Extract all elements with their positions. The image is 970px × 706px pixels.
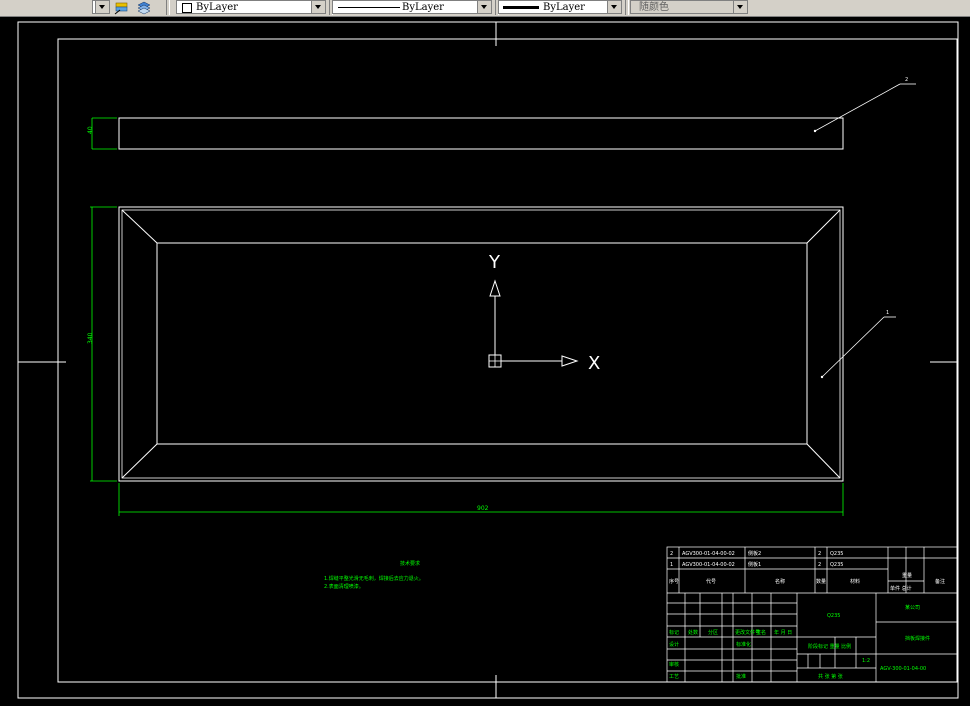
plotstyle-dropdown-value: 随颜色 xyxy=(639,2,669,13)
tray-corner-line xyxy=(806,443,841,479)
title-company: 某公司 xyxy=(905,605,920,611)
tray-corner-line xyxy=(121,443,158,479)
bom-header-weight: 重量 xyxy=(902,572,912,579)
properties-toolbar: ByLayer ByLayer ByLayer 随颜色 xyxy=(0,0,970,17)
linetype-control-dropdown[interactable]: ByLayer xyxy=(332,0,492,14)
bom-row1-qty: 2 xyxy=(818,562,821,568)
drawing-canvas[interactable]: 40 2 340 902 1 Y X 技术要求 1.焊缝平整光滑无毛刺，焊接后去… xyxy=(0,16,970,702)
bom-row2-no: 2 xyxy=(670,551,673,557)
drawing-svg: 40 2 340 902 1 Y X 技术要求 1.焊缝平整光滑无毛刺，焊接后去… xyxy=(17,21,959,699)
chevron-down-icon xyxy=(477,1,491,13)
title-standard-label: 标准化 xyxy=(736,641,751,648)
sheet-outer-border xyxy=(17,21,959,699)
title-material: Q235 xyxy=(827,613,840,619)
balloon-label-1: 1 xyxy=(886,310,889,316)
bom-header-code: 代号 xyxy=(706,578,716,585)
bom-header-unit-total: 单件 总计 xyxy=(890,585,912,592)
tray-outer-edge[interactable] xyxy=(118,206,844,482)
title-change-label-4: 签名 xyxy=(756,629,766,636)
layer-dropdown-stub[interactable] xyxy=(92,0,110,14)
title-change-label-5: 年 月 日 xyxy=(774,629,792,636)
color-swatch-icon xyxy=(182,3,192,13)
layers-icon xyxy=(114,2,128,15)
lineweight-sample xyxy=(503,6,539,9)
toolbar-separator xyxy=(166,0,170,15)
color-dropdown-value: ByLayer xyxy=(196,2,238,13)
title-review-label: 审核 xyxy=(669,661,679,668)
layer-previous-icon[interactable] xyxy=(136,0,152,15)
title-change-label-1: 处数 xyxy=(688,629,698,636)
bom-row1-material: Q235 xyxy=(830,562,843,568)
title-process-label: 工艺 xyxy=(669,674,679,680)
bom-row2-qty: 2 xyxy=(818,551,821,557)
side-plate-view[interactable] xyxy=(118,117,844,150)
tech-note-line2: 2.表面清理喷漆。 xyxy=(324,583,364,590)
balloon-label-2: 2 xyxy=(905,77,908,83)
linetype-sample xyxy=(338,7,400,8)
dim-text-902: 902 xyxy=(477,505,489,512)
tech-note-title: 技术要求 xyxy=(400,560,420,567)
color-control-dropdown[interactable]: ByLayer xyxy=(176,0,326,14)
chevron-down-icon xyxy=(95,1,109,13)
leader-line-1 xyxy=(821,316,885,378)
bom-header-remark: 备注 xyxy=(935,578,945,585)
tray-inner-edge xyxy=(156,242,808,445)
layers-stack-icon xyxy=(137,1,151,15)
toolbar-separator xyxy=(625,0,629,15)
title-approve-label: 批准 xyxy=(736,673,746,680)
title-design-label: 设计 xyxy=(669,641,679,648)
leader-dot-2 xyxy=(813,129,817,133)
tray-corner-line xyxy=(121,209,158,244)
leader-dot-1 xyxy=(820,375,824,379)
bom-header-qty: 数量 xyxy=(816,578,826,585)
title-drawing-code: AGV-300-01-04-00 xyxy=(880,666,926,672)
plotstyle-control-dropdown[interactable]: 随颜色 xyxy=(630,0,748,14)
lineweight-control-dropdown[interactable]: ByLayer xyxy=(498,0,622,14)
bom-row1-code: AGV300-01-04-00-02 xyxy=(682,562,735,568)
title-scale: 1:2 xyxy=(862,658,870,664)
bom-header-no: 序号 xyxy=(669,578,679,585)
layer-states-icon[interactable] xyxy=(114,0,130,15)
bom-row1-no: 1 xyxy=(670,562,673,568)
title-stage-labels: 阶段标记 重量 比例 xyxy=(808,643,851,650)
dim-text-40: 40 xyxy=(87,126,94,134)
ucs-y-label: Y xyxy=(488,252,501,273)
tray-corner-line xyxy=(806,209,841,244)
title-change-label-0: 标记 xyxy=(669,629,679,636)
chevron-down-icon xyxy=(733,1,747,13)
chevron-down-icon xyxy=(607,1,621,13)
dim-text-340: 340 xyxy=(87,332,94,344)
title-drawing-name: 挡板焊接件 xyxy=(905,635,930,642)
leader-line-2 xyxy=(814,83,901,132)
bom-row1-name: 侧板1 xyxy=(748,561,761,568)
bom-row2-material: Q235 xyxy=(830,551,843,557)
bom-header-name: 名称 xyxy=(775,578,785,585)
tray-outer-edge-inner xyxy=(121,209,841,479)
lineweight-dropdown-value: ByLayer xyxy=(543,2,585,13)
linetype-dropdown-value: ByLayer xyxy=(402,2,444,13)
chevron-down-icon xyxy=(311,1,325,13)
bom-row2-code: AGV300-01-04-00-02 xyxy=(682,551,735,557)
title-change-label-2: 分区 xyxy=(708,629,718,636)
ucs-icon xyxy=(488,279,579,368)
title-sheet: 共 张 第 张 xyxy=(818,673,843,680)
ucs-x-label: X xyxy=(588,353,600,374)
bom-header-material: 材料 xyxy=(850,578,860,585)
bom-row2-name: 侧板2 xyxy=(748,550,761,557)
tech-note-line1: 1.焊缝平整光滑无毛刺，焊接后去应力退火。 xyxy=(324,575,424,582)
